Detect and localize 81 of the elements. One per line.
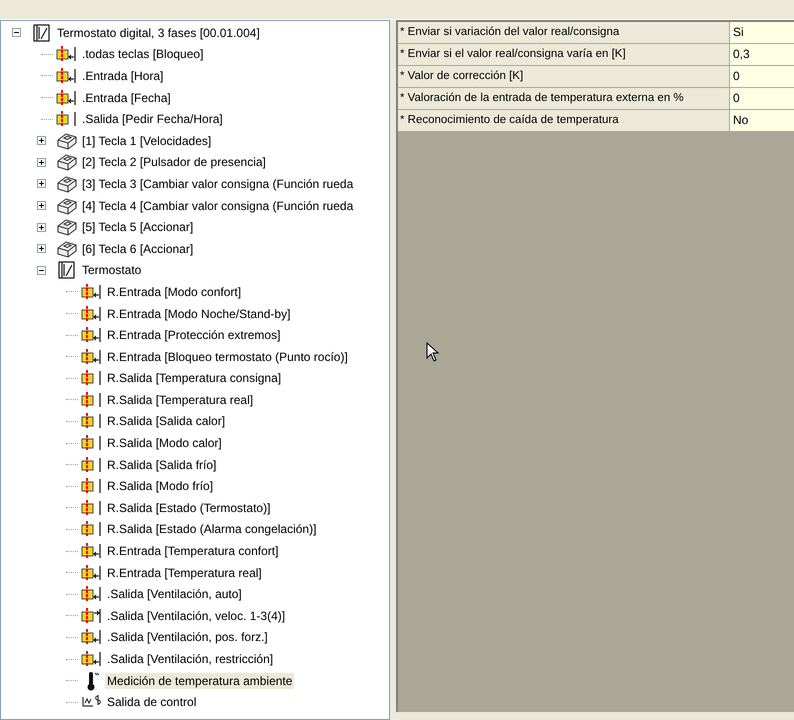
tree-item[interactable]: R.Salida [Modo calor] — [105, 435, 224, 452]
expander-toggle[interactable] — [37, 244, 46, 254]
tree-item[interactable]: R.Salida [Estado (Termostato)] — [105, 500, 272, 516]
tree-item[interactable]: .Salida [Ventilación, pos. forz.] — [105, 629, 270, 646]
parameter-label: * Valoración de la entrada de temperatura externa en % — [398, 88, 730, 109]
parameter-value[interactable]: 0 — [730, 88, 794, 109]
tree-item[interactable]: R.Entrada [Protección extremos] — [105, 327, 282, 344]
parameter-label: * Enviar si el valor real/consigna varía en [K] — [398, 44, 730, 65]
object-icon — [80, 521, 102, 538]
tree-item[interactable]: Termostato — [80, 262, 144, 278]
expander-toggle[interactable] — [37, 136, 46, 146]
switch-block-icon — [32, 24, 52, 42]
tree-item[interactable]: .todas teclas [Bloqueo] — [80, 46, 206, 62]
object-arrow-icon — [80, 651, 102, 668]
tree-item[interactable]: R.Salida [Estado (Alarma congelación)] — [105, 521, 318, 538]
parameter-label: * Reconocimiento de caída de temperatura — [398, 110, 730, 131]
object-arrow-icon — [80, 586, 102, 602]
pushbutton-icon — [56, 196, 78, 215]
tree-item[interactable]: R.Salida [Temperatura consigna] — [105, 370, 284, 386]
tree-item[interactable]: .Entrada [Fecha] — [80, 90, 173, 106]
tree-item[interactable]: .Salida [Ventilación, veloc. 1-3(4)] — [105, 608, 288, 624]
object-arrow-icon — [80, 306, 102, 322]
tree-item[interactable]: [2] Tecla 2 [Pulsador de presencia] — [80, 154, 268, 170]
pushbutton-icon — [56, 174, 78, 193]
tree-item[interactable]: R.Salida [Modo frío] — [105, 478, 216, 494]
object-icon — [80, 370, 102, 386]
expander-toggle[interactable] — [12, 28, 21, 38]
object-arrow-icon — [80, 564, 102, 581]
object-icon — [56, 111, 78, 128]
tree-item[interactable]: R.Entrada [Temperatura real] — [105, 564, 264, 581]
object-arrow-icon — [80, 608, 102, 624]
object-icon — [80, 500, 102, 516]
tree-item[interactable]: [4] Tecla 4 [Cambiar valor consigna (Función rueda — [80, 198, 356, 214]
parameter-value[interactable]: No — [730, 110, 794, 131]
expander-toggle[interactable] — [37, 222, 46, 232]
pushbutton-icon — [56, 218, 78, 236]
tree-item[interactable]: R.Entrada [Modo confort] — [105, 284, 244, 300]
parameter-label: * Enviar si variación del valor real/consigna — [398, 22, 730, 43]
tree-item[interactable]: .Salida [Pedir Fecha/Hora] — [80, 111, 225, 128]
object-icon — [80, 456, 102, 473]
tree-item[interactable]: Salida de control — [105, 694, 198, 710]
object-icon — [80, 392, 102, 408]
object-arrow-icon — [80, 348, 102, 365]
parameter-value[interactable]: 0 — [730, 66, 794, 87]
tree-item[interactable]: [1] Tecla 1 [Velocidades] — [80, 132, 214, 149]
object-arrow-icon — [80, 284, 102, 300]
mouse-pointer-icon — [426, 342, 440, 362]
expander-toggle[interactable] — [37, 266, 46, 275]
tree-item[interactable]: R.Entrada [Modo Noche/Stand-by] — [105, 306, 292, 322]
tree-item[interactable]: R.Salida [Salida calor] — [105, 413, 228, 430]
object-arrow-icon — [80, 543, 102, 560]
tree-item[interactable]: [3] Tecla 3 [Cambiar valor consigna (Función rueda — [80, 176, 356, 192]
object-arrow-icon — [56, 68, 78, 84]
pushbutton-icon — [56, 240, 78, 258]
tree-item[interactable]: [5] Tecla 5 [Accionar] — [80, 219, 196, 236]
tree-item[interactable]: R.Salida [Salida frío] — [105, 456, 218, 473]
object-arrow-icon — [80, 327, 102, 344]
tree-item[interactable]: R.Entrada [Bloqueo termostato (Punto rocío)] — [105, 348, 350, 365]
tree-item[interactable]: Termostato digital, 3 fases [00.01.004] — [55, 24, 262, 41]
expander-toggle[interactable] — [37, 179, 46, 188]
tree-item[interactable]: Medición de temperatura ambiente — [105, 672, 294, 689]
tree-item[interactable]: .Salida [Ventilación, auto] — [105, 586, 244, 602]
object-icon — [80, 413, 102, 430]
tree-item[interactable]: R.Salida [Temperatura real] — [105, 392, 256, 408]
object-icon — [80, 478, 102, 494]
parameter-value[interactable]: 0,3 — [730, 44, 794, 65]
expander-toggle[interactable] — [37, 158, 46, 167]
object-arrow-icon — [56, 90, 78, 106]
object-icon — [80, 435, 102, 452]
tree-item[interactable]: .Entrada [Hora] — [80, 68, 166, 84]
object-arrow-icon — [56, 46, 78, 62]
pushbutton-icon — [56, 153, 78, 172]
tree-item[interactable]: R.Entrada [Temperatura confort] — [105, 543, 280, 560]
object-arrow-icon — [80, 629, 102, 646]
pushbutton-icon — [56, 132, 78, 150]
parameter-value[interactable]: Si — [730, 22, 794, 43]
parameter-label: * Valor de corrección [K] — [398, 66, 730, 87]
expander-toggle[interactable] — [37, 201, 46, 210]
tree-item[interactable]: [6] Tecla 6 [Accionar] — [80, 240, 196, 257]
switch-block-icon — [56, 261, 76, 280]
tree-item[interactable]: .Salida [Ventilación, restricción] — [105, 651, 276, 668]
